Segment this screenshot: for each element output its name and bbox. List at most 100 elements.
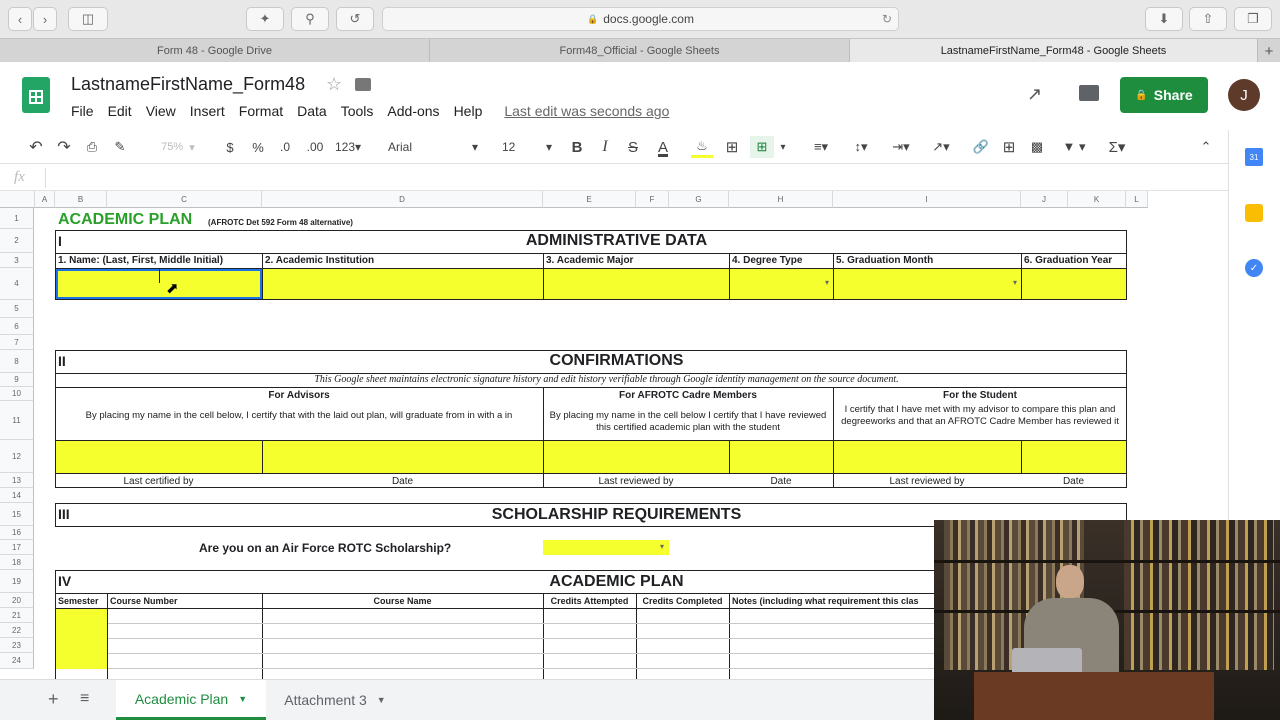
- vertical-align-icon[interactable]: ↕▾: [844, 136, 878, 158]
- filter-icon[interactable]: ▼ ▾: [1056, 136, 1092, 158]
- column-header[interactable]: I: [833, 191, 1021, 208]
- cadre-date-cell[interactable]: [730, 441, 833, 473]
- new-tab-icon[interactable]: +: [1258, 39, 1280, 63]
- row-header[interactable]: 15: [0, 503, 34, 526]
- grad-month-dropdown[interactable]: ▾: [834, 269, 1021, 299]
- menu-edit[interactable]: Edit: [108, 103, 132, 119]
- column-header[interactable]: D: [262, 191, 543, 208]
- text-rotation-icon[interactable]: ↗▾: [924, 136, 958, 158]
- browser-tab[interactable]: Form 48 - Google Drive: [0, 39, 430, 63]
- student-date-cell[interactable]: [1022, 441, 1126, 473]
- row-header[interactable]: 14: [0, 488, 34, 503]
- column-header[interactable]: H: [729, 191, 833, 208]
- redo-icon[interactable]: ↷: [53, 136, 75, 158]
- menu-help[interactable]: Help: [454, 103, 483, 119]
- address-bar[interactable]: 🔒 docs.google.com ↻: [382, 7, 899, 31]
- row-header[interactable]: 19: [0, 570, 34, 593]
- paint-format-icon[interactable]: ✎: [109, 136, 131, 158]
- fill-color-icon[interactable]: ♨: [691, 136, 713, 158]
- insert-chart-icon[interactable]: ▩: [1026, 136, 1048, 158]
- font-size-select[interactable]: 12▾: [496, 136, 552, 158]
- decrease-decimal-button[interactable]: .0: [275, 136, 295, 158]
- menu-file[interactable]: File: [71, 103, 94, 119]
- menu-format[interactable]: Format: [239, 103, 283, 119]
- row-header[interactable]: 6: [0, 318, 34, 335]
- menu-insert[interactable]: Insert: [190, 103, 225, 119]
- menu-view[interactable]: View: [146, 103, 176, 119]
- undo-icon[interactable]: ↶: [25, 136, 47, 158]
- column-header[interactable]: F: [636, 191, 669, 208]
- row-header[interactable]: 21: [0, 608, 34, 623]
- insert-link-icon[interactable]: 🔗: [970, 136, 992, 158]
- horizontal-align-icon[interactable]: ≡▾: [804, 136, 838, 158]
- column-header[interactable]: B: [55, 191, 107, 208]
- row-header[interactable]: 12: [0, 440, 34, 473]
- column-header[interactable]: C: [107, 191, 262, 208]
- increase-decimal-button[interactable]: .00: [303, 136, 327, 158]
- formula-input[interactable]: [50, 166, 1220, 189]
- bold-button[interactable]: B: [568, 136, 586, 158]
- row-header[interactable]: 9: [0, 373, 34, 387]
- row-header[interactable]: 24: [0, 653, 34, 669]
- search-extension-icon[interactable]: ⚲: [291, 7, 329, 31]
- menu-tools[interactable]: Tools: [341, 103, 374, 119]
- merge-cells-icon[interactable]: ⊞: [750, 136, 774, 158]
- row-header[interactable]: 2: [0, 229, 34, 253]
- row-header[interactable]: 10: [0, 387, 34, 401]
- row-header[interactable]: 20: [0, 593, 34, 608]
- column-header[interactable]: K: [1068, 191, 1126, 208]
- folder-icon[interactable]: [355, 78, 371, 91]
- row-header[interactable]: 8: [0, 350, 34, 373]
- avatar[interactable]: J: [1228, 79, 1260, 111]
- advisor-date-cell[interactable]: [263, 441, 543, 473]
- select-all-corner[interactable]: [0, 191, 35, 208]
- browser-tab-active[interactable]: LastnameFirstName_Form48 - Google Sheets: [850, 39, 1258, 63]
- text-wrap-icon[interactable]: ⇥▾: [884, 136, 918, 158]
- strikethrough-button[interactable]: S: [624, 136, 642, 158]
- back-button[interactable]: ‹: [8, 7, 32, 31]
- row-header[interactable]: 17: [0, 540, 34, 555]
- share-button[interactable]: 🔒Share: [1120, 77, 1208, 113]
- download-icon[interactable]: ⬇: [1145, 7, 1183, 31]
- row-header[interactable]: 3: [0, 253, 34, 268]
- sheets-logo-icon[interactable]: [22, 77, 50, 113]
- last-edit-link[interactable]: Last edit was seconds ago: [504, 103, 669, 119]
- semester-cell[interactable]: [56, 609, 107, 669]
- calendar-icon[interactable]: 31: [1245, 148, 1263, 166]
- more-formats-button[interactable]: 123▾: [331, 136, 365, 158]
- row-header[interactable]: 1: [0, 208, 34, 229]
- print-icon[interactable]: ⎙: [81, 136, 103, 158]
- add-sheet-icon[interactable]: +: [48, 689, 59, 710]
- row-header[interactable]: 13: [0, 473, 34, 488]
- currency-format-button[interactable]: $: [221, 136, 239, 158]
- major-input-cell[interactable]: [544, 269, 729, 299]
- cadre-name-cell[interactable]: [544, 441, 729, 473]
- sidebar-toggle-icon[interactable]: ◫: [68, 7, 108, 31]
- row-header[interactable]: 18: [0, 555, 34, 570]
- grad-year-input-cell[interactable]: [1022, 269, 1126, 299]
- collapse-toolbar-icon[interactable]: ⌃: [1196, 136, 1216, 158]
- institution-input-cell[interactable]: [263, 269, 543, 299]
- advisor-name-cell[interactable]: [56, 441, 262, 473]
- column-header[interactable]: J: [1021, 191, 1068, 208]
- activity-trend-icon[interactable]: ↗: [1027, 84, 1042, 105]
- keep-icon[interactable]: [1245, 204, 1263, 222]
- column-header[interactable]: G: [669, 191, 729, 208]
- italic-button[interactable]: I: [596, 136, 614, 158]
- sheet-tab[interactable]: Attachment 3▼: [270, 680, 400, 720]
- browser-tab[interactable]: Form48_Official - Google Sheets: [430, 39, 850, 63]
- percent-format-button[interactable]: %: [249, 136, 267, 158]
- row-header[interactable]: 16: [0, 526, 34, 540]
- menu-addons[interactable]: Add-ons: [387, 103, 439, 119]
- row-header[interactable]: 5: [0, 300, 34, 318]
- share-sheet-icon[interactable]: ⇧: [1189, 7, 1227, 31]
- column-header[interactable]: A: [35, 191, 55, 208]
- student-name-cell[interactable]: [834, 441, 1021, 473]
- tabs-overview-icon[interactable]: ❐: [1234, 7, 1272, 31]
- row-header[interactable]: 22: [0, 623, 34, 638]
- column-header[interactable]: L: [1126, 191, 1148, 208]
- row-header[interactable]: 23: [0, 638, 34, 653]
- reload-icon[interactable]: ↻: [882, 12, 892, 26]
- reload-extension-icon[interactable]: ↺: [336, 7, 374, 31]
- sheet-tab-active[interactable]: Academic Plan▼: [116, 680, 266, 720]
